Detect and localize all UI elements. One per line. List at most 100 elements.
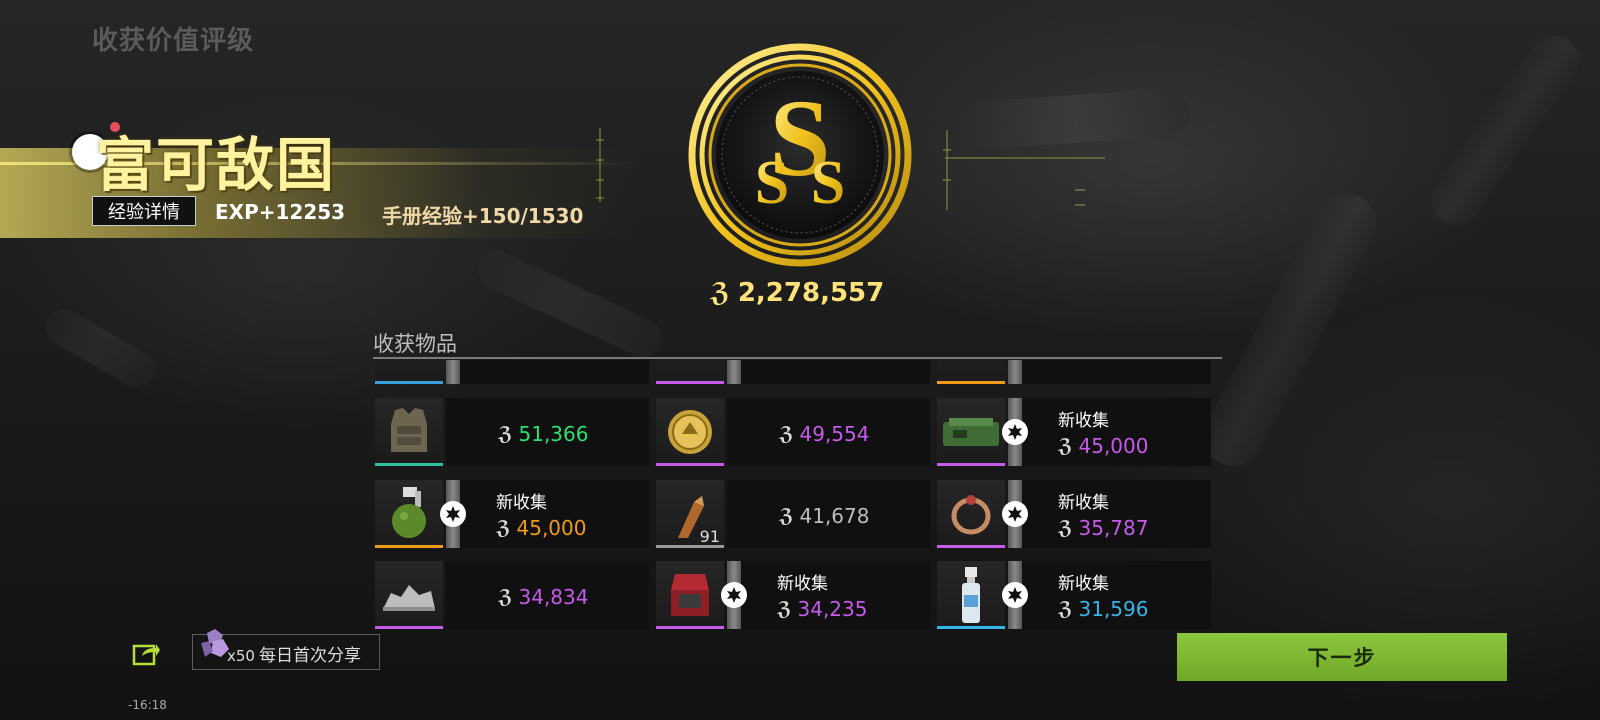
tag-bar (446, 360, 460, 384)
item-value: ℨ 31,596 (1058, 597, 1148, 621)
new-collect-badge-icon (1000, 580, 1030, 610)
item-panel: 新收集 ℨ 31,596 (1002, 561, 1211, 629)
total-value: ℨ 2,278,557 (710, 278, 884, 308)
rarity-bar (656, 626, 724, 629)
body-armor-icon (375, 398, 443, 466)
item-cell[interactable]: 新收集 ℨ 45,000 (373, 480, 649, 548)
item-panel: 新收集 ℨ 45,000 (440, 480, 649, 548)
green-device-icon (937, 398, 1005, 466)
currency-icon: ℨ (710, 278, 730, 308)
currency-icon: ℨ (498, 586, 513, 608)
item-value: ℨ 34,235 (777, 597, 867, 621)
item-thumbnail (937, 360, 1005, 384)
item-panel: ℨ 51,366 (446, 398, 649, 466)
rarity-bar (375, 626, 443, 629)
rarity-bar (375, 545, 443, 548)
new-collect-label: 新收集 (1058, 493, 1109, 513)
currency-icon: ℨ (779, 423, 794, 445)
items-grid[interactable]: ℨ 51,366 ℨ 49,554 新收集 ℨ 45,000 新收集 ℨ 45,000 91 ℨ 41,… (373, 360, 1222, 630)
item-cell[interactable]: 新收集 ℨ 35,787 (935, 480, 1211, 548)
item-value: ℨ 35,787 (1058, 516, 1148, 540)
rarity-bar (937, 626, 1005, 629)
rarity-bar (656, 463, 724, 466)
new-collect-label: 新收集 (777, 574, 828, 594)
currency-icon: ℨ (779, 505, 794, 527)
new-collect-badge-icon (438, 499, 468, 529)
currency-icon: ℨ (1058, 435, 1073, 457)
item-thumbnail (375, 360, 443, 384)
daily-share-reward[interactable]: x50 每日首次分享 (192, 629, 380, 670)
item-value-amount: 34,834 (518, 585, 589, 609)
spray-bottle-icon (937, 561, 1005, 629)
rarity-bar (656, 381, 724, 384)
item-cell[interactable]: 新收集 ℨ 34,235 (654, 561, 930, 629)
currency-icon: ℨ (496, 517, 511, 539)
item-cell[interactable]: ℨ 51,366 (373, 398, 649, 466)
new-collect-badge-icon (1000, 499, 1030, 529)
rank-title: 富可敌国 (96, 131, 337, 199)
rarity-bar (937, 381, 1005, 384)
item-cell-partial (373, 360, 649, 384)
item-panel: ℨ 34,834 (446, 561, 649, 629)
bullet-icon: 91 (656, 480, 724, 548)
item-cell[interactable]: 新收集 ℨ 31,596 (935, 561, 1211, 629)
item-value: ℨ 41,678 (779, 504, 869, 528)
page-title: 收获价值评级 (92, 26, 255, 56)
item-panel: 新收集 ℨ 45,000 (1002, 398, 1211, 466)
item-cell[interactable]: ℨ 34,834 (373, 561, 649, 629)
item-value-amount: 51,366 (518, 422, 589, 446)
item-panel: ℨ 41,678 (727, 480, 930, 548)
rarity-bar (937, 545, 1005, 548)
new-collect-label: 新收集 (1058, 411, 1109, 431)
item-value: ℨ 34,834 (498, 585, 588, 609)
item-panel (1008, 360, 1211, 384)
currency-icon: ℨ (498, 423, 513, 445)
silver-figurine-icon (375, 561, 443, 629)
item-value: ℨ 45,000 (1058, 434, 1148, 458)
next-button[interactable]: 下一步 (1177, 633, 1507, 681)
currency-icon: ℨ (1058, 598, 1073, 620)
currency-icon: ℨ (777, 598, 792, 620)
item-value-amount: 31,596 (1078, 597, 1149, 621)
item-cell[interactable]: ℨ 49,554 (654, 398, 930, 466)
item-cell[interactable]: 新收集 ℨ 45,000 (935, 398, 1211, 466)
rarity-bar (375, 463, 443, 466)
grade-letter: S (811, 149, 845, 217)
exp-detail-button[interactable]: 经验详情 (92, 196, 196, 226)
gold-coin-icon (656, 398, 724, 466)
total-value-amount: 2,278,557 (737, 278, 885, 308)
share-icon[interactable] (132, 640, 160, 666)
item-cell-partial (935, 360, 1211, 384)
item-panel (446, 360, 649, 384)
manual-exp: 手册经验+150/1530 (382, 204, 584, 228)
rarity-bar (937, 463, 1005, 466)
item-panel (727, 360, 930, 384)
grade-letter: S (755, 149, 789, 217)
item-thumbnail (656, 360, 724, 384)
item-value: ℨ 45,000 (496, 516, 586, 540)
item-panel: ℨ 49,554 (727, 398, 930, 466)
rarity-bar (375, 381, 443, 384)
item-value-amount: 35,787 (1078, 516, 1149, 540)
items-divider (373, 357, 1222, 359)
tag-bar (1008, 360, 1022, 384)
jewelry-box-icon (656, 561, 724, 629)
item-value: ℨ 49,554 (779, 422, 869, 446)
item-value-amount: 49,554 (799, 422, 870, 446)
new-collect-badge-icon (719, 580, 749, 610)
item-value-amount: 45,000 (1078, 434, 1149, 458)
grade-badge: S S S (688, 43, 912, 267)
item-panel: 新收集 ℨ 34,235 (721, 561, 930, 629)
item-value-amount: 45,000 (516, 516, 587, 540)
item-cell-partial (654, 360, 930, 384)
exp-gained: EXP+12253 (215, 200, 346, 224)
new-collect-badge-icon (1000, 417, 1030, 447)
grenade-icon (375, 480, 443, 548)
share-label: 每日首次分享 (259, 646, 361, 666)
item-value-amount: 34,235 (797, 597, 868, 621)
item-cell[interactable]: 91 ℨ 41,678 (654, 480, 930, 548)
tag-bar (727, 360, 741, 384)
item-value-amount: 41,678 (799, 504, 870, 528)
item-panel: 新收集 ℨ 35,787 (1002, 480, 1211, 548)
new-collect-label: 新收集 (1058, 574, 1109, 594)
